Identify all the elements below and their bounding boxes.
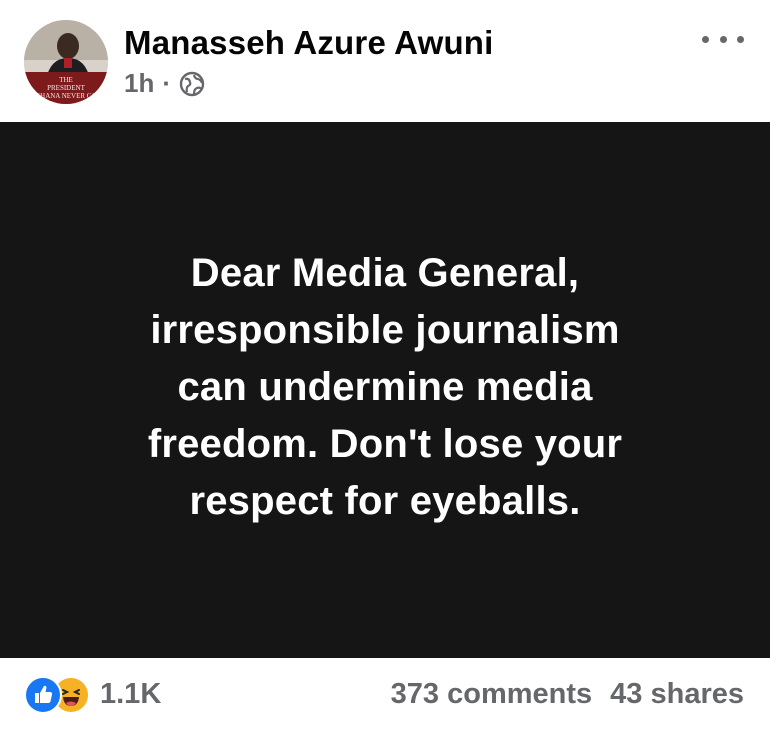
meta-separator: · bbox=[162, 68, 172, 98]
post-timestamp[interactable]: 1h bbox=[124, 68, 154, 99]
shares-count-link[interactable]: 43 shares bbox=[610, 678, 744, 711]
more-dot bbox=[719, 35, 727, 43]
reactions-summary[interactable]: 1.1K bbox=[24, 676, 162, 714]
comments-count-link[interactable]: 373 comments bbox=[391, 678, 593, 711]
facebook-post: THE PRESIDENT GHANA NEVER GO Manasseh Az… bbox=[0, 0, 770, 733]
message-line: can undermine media bbox=[177, 364, 593, 409]
like-icon bbox=[24, 676, 62, 714]
post-header: THE PRESIDENT GHANA NEVER GO Manasseh Az… bbox=[0, 0, 770, 122]
message-line: irresponsible journalism bbox=[150, 307, 620, 352]
more-options-icon[interactable] bbox=[702, 24, 744, 54]
post-footer: 1.1K 373 comments 43 shares bbox=[0, 658, 770, 733]
globe-icon[interactable] bbox=[179, 71, 205, 97]
message-line: Dear Media General, bbox=[190, 250, 580, 295]
more-dot bbox=[737, 35, 744, 43]
message-line: freedom. Don't lose your bbox=[147, 421, 623, 466]
avatar-image: THE PRESIDENT GHANA NEVER GO bbox=[24, 20, 108, 104]
more-dot bbox=[702, 35, 709, 43]
reaction-count: 1.1K bbox=[100, 677, 162, 710]
message-line: respect for eyeballs. bbox=[189, 478, 581, 523]
author-avatar[interactable]: THE PRESIDENT GHANA NEVER GO bbox=[24, 20, 108, 104]
post-stats: 373 comments 43 shares bbox=[391, 678, 744, 711]
author-name[interactable]: Manasseh Azure Awuni bbox=[124, 24, 494, 62]
post-text-background[interactable]: Dear Media General, irresponsible journa… bbox=[0, 122, 770, 658]
post-meta: 1h · bbox=[124, 68, 205, 99]
avatar-caption-line-2: PRESIDENT bbox=[47, 84, 85, 92]
avatar-caption-line-3: GHANA NEVER GO bbox=[35, 92, 97, 100]
avatar-caption-line-1: THE bbox=[59, 76, 73, 84]
post-message: Dear Media General, irresponsible journa… bbox=[75, 245, 695, 530]
reaction-icons bbox=[24, 676, 90, 714]
